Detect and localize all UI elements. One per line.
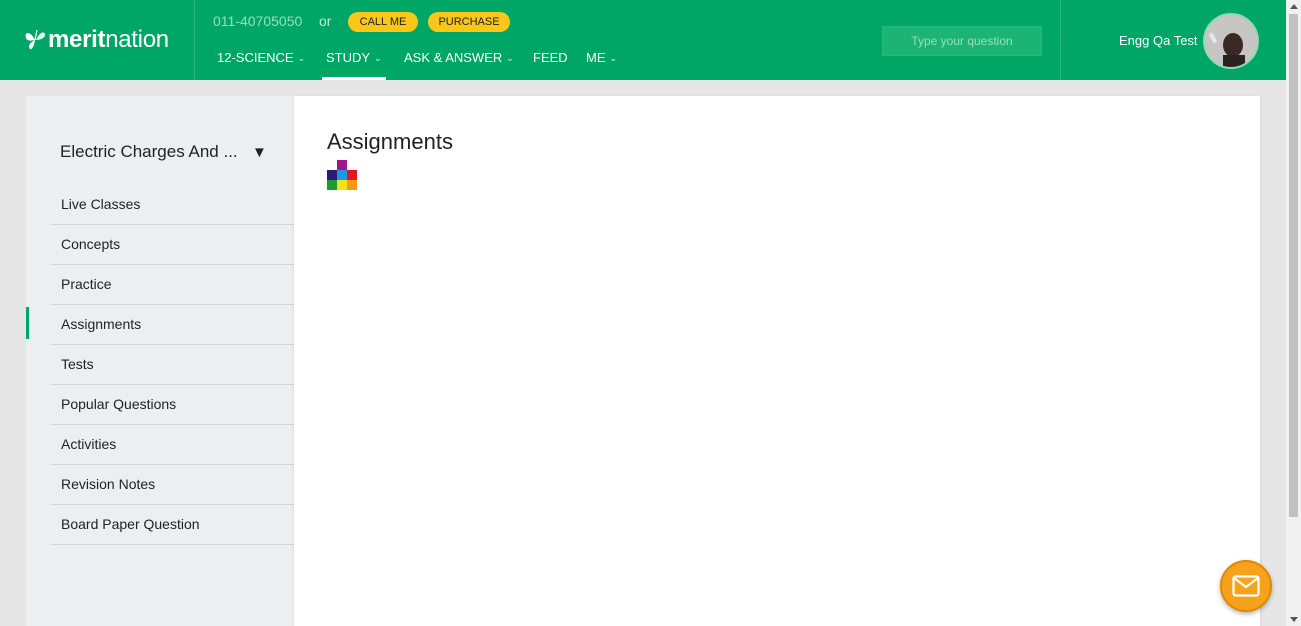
chapter-selector[interactable]: Electric Charges And ... bbox=[60, 142, 238, 162]
call-me-button[interactable]: CALL ME bbox=[348, 12, 418, 32]
scroll-down-arrow-icon[interactable] bbox=[1290, 617, 1298, 622]
page-scrollbar[interactable] bbox=[1286, 0, 1301, 626]
top-header: meritnation 011-40705050 or CALL ME PURC… bbox=[0, 0, 1286, 80]
sidebar-item-live-classes[interactable]: Live Classes bbox=[51, 185, 294, 225]
sidebar-item-tests[interactable]: Tests bbox=[51, 345, 294, 385]
page-title: Assignments bbox=[327, 129, 453, 154]
header-divider bbox=[194, 0, 195, 80]
or-text: or bbox=[319, 13, 332, 29]
sidebar-item-assignments[interactable]: Assignments bbox=[26, 305, 294, 345]
user-name[interactable]: Engg Qa Test bbox=[1119, 33, 1198, 48]
envelope-icon bbox=[1232, 575, 1260, 597]
chevron-down-icon: ⌄ bbox=[374, 53, 382, 63]
header-divider bbox=[1060, 0, 1061, 80]
scroll-up-arrow-icon[interactable] bbox=[1290, 4, 1298, 9]
nav-label: STUDY bbox=[326, 50, 371, 65]
loading-blocks-icon bbox=[327, 160, 357, 194]
sidebar-item-concepts[interactable]: Concepts bbox=[51, 225, 294, 265]
nav-ask-answer[interactable]: ASK & ANSWER ⌄ bbox=[404, 50, 514, 80]
nav-label: 12-SCIENCE bbox=[217, 50, 294, 65]
chapter-sidebar: Electric Charges And ... ▼ Live Classes … bbox=[26, 96, 294, 626]
nav-study[interactable]: STUDY ⌄ bbox=[322, 50, 386, 80]
user-photo-icon bbox=[1205, 15, 1257, 67]
logo-text-bold: merit bbox=[48, 26, 106, 53]
triangle-down-icon[interactable]: ▼ bbox=[252, 144, 267, 161]
avatar[interactable] bbox=[1203, 13, 1259, 69]
chevron-down-icon: ⌄ bbox=[297, 53, 306, 63]
question-search-input[interactable] bbox=[882, 26, 1042, 56]
phone-number: 011-40705050 bbox=[213, 13, 303, 29]
sidebar-item-popular-questions[interactable]: Popular Questions bbox=[51, 385, 294, 425]
sidebar-item-board-paper-question[interactable]: Board Paper Question bbox=[51, 505, 294, 545]
sidebar-item-activities[interactable]: Activities bbox=[51, 425, 294, 465]
purchase-button[interactable]: PURCHASE bbox=[428, 12, 510, 32]
chevron-down-icon: ⌄ bbox=[609, 53, 618, 63]
logo-text-light: nation bbox=[105, 26, 169, 53]
nav-label: FEED bbox=[533, 50, 568, 65]
sidebar-item-practice[interactable]: Practice bbox=[51, 265, 294, 305]
nav-label: ME bbox=[586, 50, 606, 65]
chevron-down-icon: ⌄ bbox=[506, 53, 514, 63]
chat-button[interactable] bbox=[1220, 560, 1272, 612]
nav-feed[interactable]: FEED bbox=[533, 50, 568, 80]
nav-label: ASK & ANSWER bbox=[404, 50, 503, 65]
nav-me[interactable]: ME ⌄ bbox=[586, 50, 617, 80]
meritnation-logo[interactable]: meritnation bbox=[24, 22, 169, 58]
scroll-thumb[interactable] bbox=[1289, 14, 1298, 517]
nav-12-science[interactable]: 12-SCIENCE ⌄ bbox=[217, 50, 305, 80]
butterfly-icon bbox=[25, 29, 46, 50]
sidebar-item-revision-notes[interactable]: Revision Notes bbox=[51, 465, 294, 505]
sidebar-menu: Live Classes Concepts Practice Assignmen… bbox=[26, 185, 294, 545]
main-content: Assignments bbox=[294, 96, 1260, 626]
